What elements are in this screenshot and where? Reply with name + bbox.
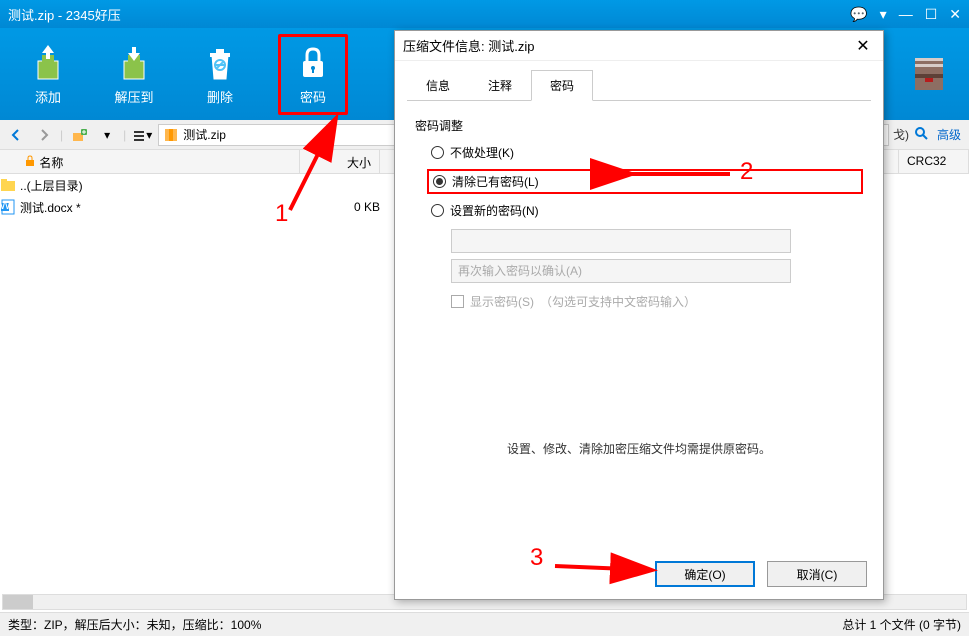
close-icon[interactable]: ✕ [851, 34, 875, 58]
annotation-3: 3 [530, 544, 543, 572]
password-input[interactable] [451, 229, 791, 253]
maximize-icon[interactable]: ☐ [925, 6, 938, 23]
titlebar-controls: 💬 ▾ — ☐ ✕ [850, 6, 961, 23]
password-dialog: 压缩文件信息: 测试.zip ✕ 信息 注释 密码 密码调整 不做处理(K) 清… [394, 30, 884, 600]
lock-icon [293, 43, 333, 83]
radio-no-action[interactable]: 不做处理(K) [427, 142, 863, 163]
dialog-tabs: 信息 注释 密码 [407, 69, 871, 101]
extract-icon [114, 43, 154, 83]
dialog-title: 压缩文件信息: 测试.zip [403, 36, 851, 55]
docx-icon: W [0, 199, 16, 215]
archive-icon [163, 127, 179, 143]
radio-icon [431, 146, 444, 159]
extract-label: 解压到 [114, 87, 153, 106]
arrow-2 [620, 164, 740, 187]
chat-icon[interactable]: 💬 [850, 6, 867, 23]
scrollbar-thumb[interactable] [3, 595, 33, 609]
minimize-icon[interactable]: — [899, 6, 913, 22]
tab-password[interactable]: 密码 [531, 70, 593, 101]
delete-label: 删除 [207, 87, 233, 106]
password-button[interactable]: 密码 [278, 34, 348, 115]
radio-set-password[interactable]: 设置新的密码(N) [427, 200, 863, 221]
window-title: 测试.zip - 2345好压 [8, 5, 850, 24]
path-text: 测试.zip [183, 126, 226, 143]
ok-button[interactable]: 确定(O) [655, 561, 755, 587]
delete-icon [200, 43, 240, 83]
cancel-button[interactable]: 取消(C) [767, 561, 867, 587]
dialog-hint: 设置、修改、清除加密压缩文件均需提供原密码。 [415, 440, 863, 457]
lock-small-icon [24, 155, 36, 167]
tab-info[interactable]: 信息 [407, 70, 469, 101]
password-confirm-input[interactable] [451, 259, 791, 283]
delete-button[interactable]: 删除 [192, 39, 248, 110]
arrow-3 [550, 556, 670, 579]
close-icon[interactable]: ✕ [949, 6, 961, 23]
add-archive-button[interactable] [67, 123, 91, 147]
add-icon [28, 43, 68, 83]
search-icon[interactable] [913, 125, 933, 145]
svg-text:W: W [0, 199, 11, 212]
add-label: 添加 [35, 87, 61, 106]
show-password-label: 显示密码(S) [470, 293, 534, 310]
annotation-2: 2 [740, 158, 753, 186]
show-password-hint: （勾选可支持中文密码输入） [540, 293, 696, 310]
arrow-1 [240, 110, 360, 233]
folder-up-icon [0, 177, 16, 193]
radio-icon [433, 175, 446, 188]
statusbar: 类型：ZIP，解压后大小：未知，压缩比：100% 总计 1 个文件 (0 字节) [0, 612, 969, 636]
password-label: 密码 [300, 87, 326, 106]
dropdown-icon[interactable]: ▾ [880, 6, 887, 23]
extract-button[interactable]: 解压到 [106, 39, 162, 110]
list-view-button[interactable]: ▾ [130, 123, 154, 147]
winrar-icon [909, 54, 949, 94]
nav-hint: 戈) [893, 126, 909, 143]
forward-button[interactable] [32, 123, 56, 147]
status-left: 类型：ZIP，解压后大小：未知，压缩比：100% [8, 616, 842, 633]
advanced-link[interactable]: 高级 [937, 126, 961, 143]
pwd-section-label: 密码调整 [415, 117, 863, 134]
radio-icon [431, 204, 444, 217]
add-button[interactable]: 添加 [20, 39, 76, 110]
nav-right: 戈) 高级 [893, 125, 965, 145]
show-password-checkbox[interactable] [451, 295, 464, 308]
titlebar: 测试.zip - 2345好压 💬 ▾ — ☐ ✕ [0, 0, 969, 28]
dropdown-button[interactable]: ▾ [95, 123, 119, 147]
status-right: 总计 1 个文件 (0 字节) [842, 616, 961, 633]
col-crc[interactable]: CRC32 [899, 150, 969, 173]
dialog-titlebar: 压缩文件信息: 测试.zip ✕ [395, 31, 883, 61]
tab-comment[interactable]: 注释 [469, 70, 531, 101]
back-button[interactable] [4, 123, 28, 147]
